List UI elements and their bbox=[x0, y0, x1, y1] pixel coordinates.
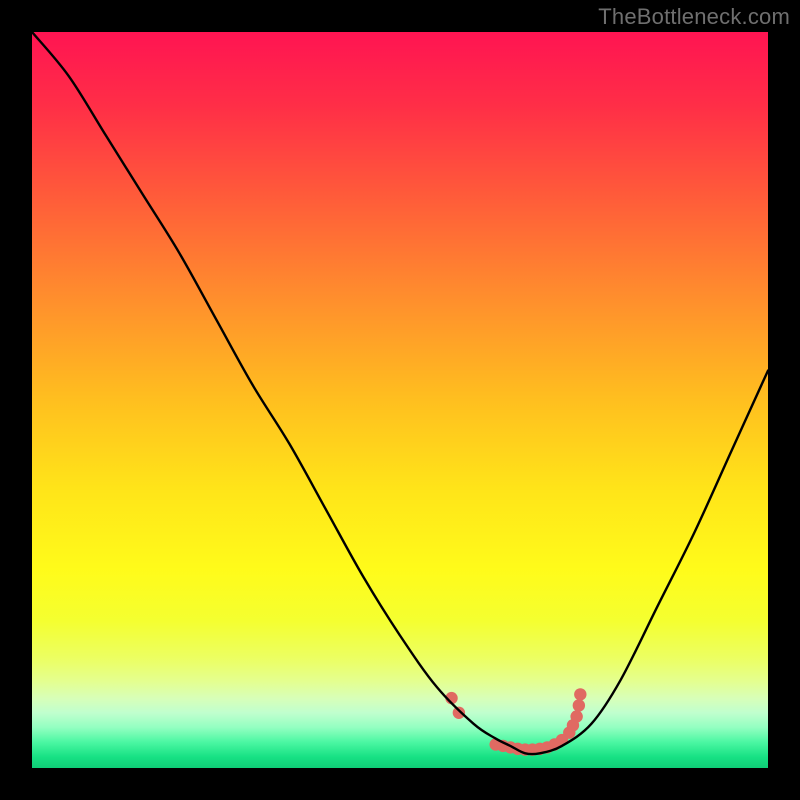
highlight-dot bbox=[573, 699, 585, 711]
highlight-dot bbox=[570, 710, 582, 722]
plot-area bbox=[32, 32, 768, 768]
bottleneck-curve bbox=[32, 32, 768, 754]
chart-frame: TheBottleneck.com bbox=[0, 0, 800, 800]
highlight-dot bbox=[453, 707, 465, 719]
chart-svg bbox=[32, 32, 768, 768]
highlight-dot bbox=[574, 688, 586, 700]
optimal-range-dots bbox=[445, 688, 586, 756]
watermark-text: TheBottleneck.com bbox=[598, 4, 790, 30]
